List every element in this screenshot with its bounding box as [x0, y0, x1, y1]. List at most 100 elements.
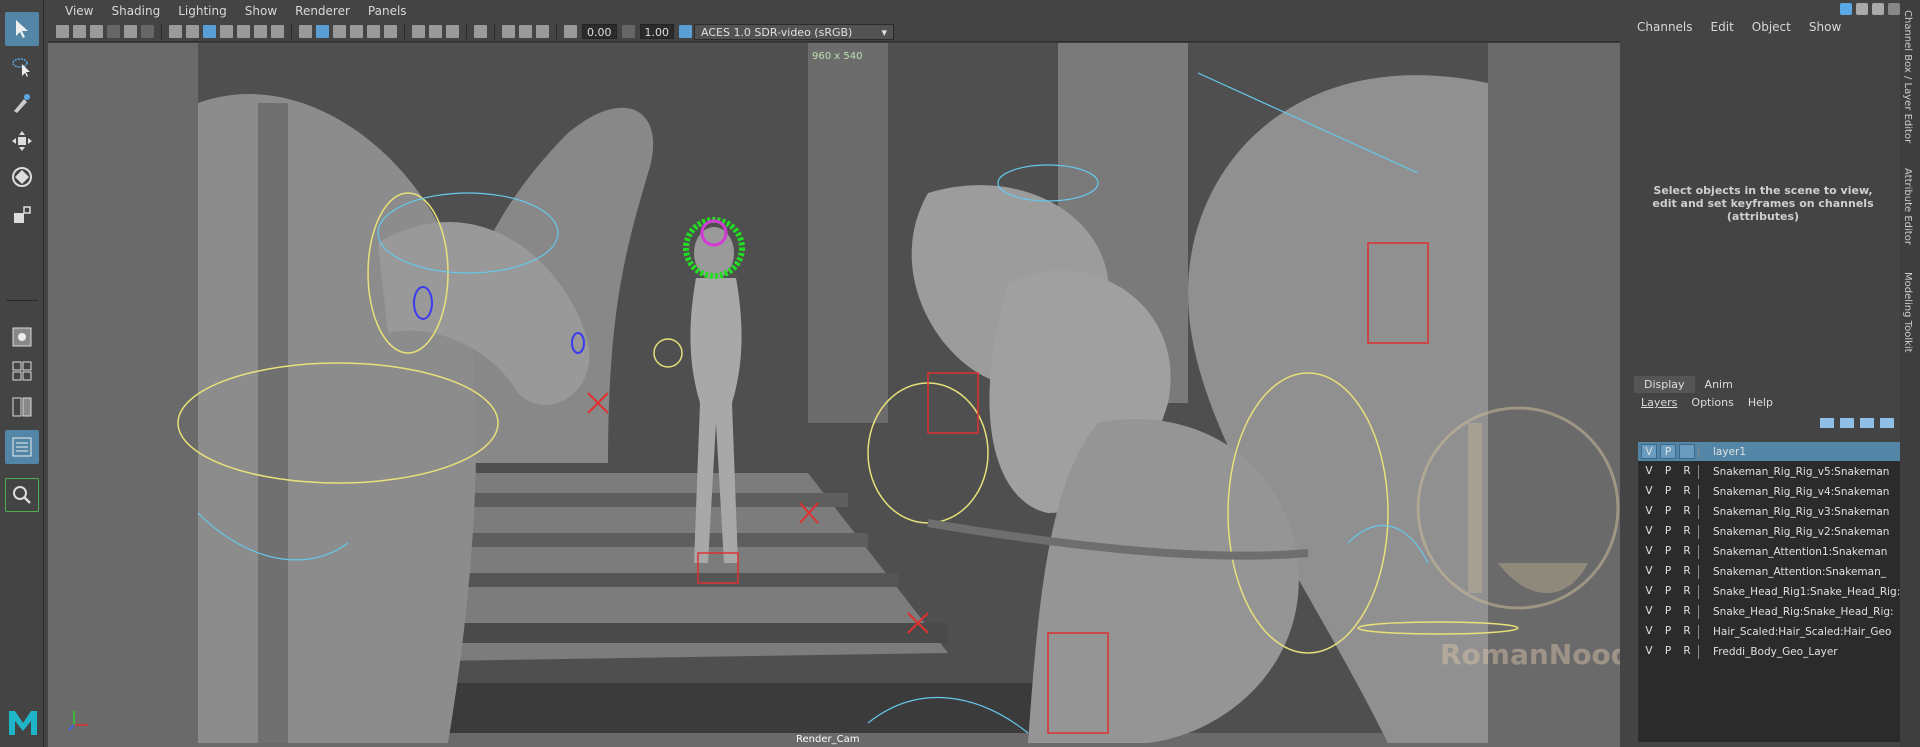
- layer-playback-toggle[interactable]: P: [1660, 564, 1676, 579]
- textured-icon[interactable]: [350, 25, 363, 38]
- safe-title-icon[interactable]: [271, 25, 284, 38]
- move-tool-icon[interactable]: [5, 124, 39, 158]
- tab-anim[interactable]: Anim: [1695, 376, 1743, 393]
- grid-icon[interactable]: [169, 25, 182, 38]
- lasso-tool-icon[interactable]: [5, 50, 39, 84]
- layer-display-type-toggle[interactable]: R: [1679, 464, 1695, 479]
- scale-tool-icon[interactable]: [5, 198, 39, 232]
- menu-options[interactable]: Options: [1684, 396, 1740, 409]
- layer-visibility-toggle[interactable]: V: [1641, 564, 1657, 579]
- layer-color-swatch[interactable]: [1698, 564, 1710, 579]
- menu-panels[interactable]: Panels: [359, 4, 416, 18]
- 3d-viewport[interactable]: 960 x 540 RomanNoodles3D Render_Cam: [48, 43, 1620, 747]
- move-layer-up-icon[interactable]: [1820, 418, 1834, 428]
- single-view-layout-icon[interactable]: [5, 320, 39, 354]
- image-plane-icon[interactable]: [107, 25, 120, 38]
- layer-color-swatch[interactable]: [1698, 624, 1710, 639]
- layer-display-type-toggle[interactable]: R: [1679, 504, 1695, 519]
- menu-lighting[interactable]: Lighting: [169, 4, 236, 18]
- resolution-gate-icon[interactable]: [203, 25, 216, 38]
- layer-visibility-toggle[interactable]: V: [1641, 644, 1657, 659]
- layer-row[interactable]: V P R Snake_Head_Rig:Snake_Head_Rig:: [1638, 602, 1900, 621]
- camera-attributes-icon[interactable]: [73, 25, 86, 38]
- layer-row[interactable]: V P layer1: [1638, 442, 1900, 461]
- anti-aliasing-icon[interactable]: [446, 25, 459, 38]
- tab-attribute-editor[interactable]: Attribute Editor: [1902, 168, 1913, 245]
- channel-box-icon[interactable]: [1840, 3, 1852, 15]
- four-view-layout-icon[interactable]: [5, 354, 39, 388]
- menu-edit[interactable]: Edit: [1702, 20, 1743, 34]
- menu-object[interactable]: Object: [1743, 20, 1800, 34]
- layer-display-type-toggle[interactable]: [1679, 444, 1695, 459]
- smooth-shade-icon[interactable]: [316, 25, 329, 38]
- layer-visibility-toggle[interactable]: V: [1641, 444, 1657, 459]
- layer-visibility-toggle[interactable]: V: [1641, 504, 1657, 519]
- new-layer-from-selection-icon[interactable]: [1880, 418, 1894, 428]
- tool-settings-icon[interactable]: [1872, 3, 1884, 15]
- menu-show-channels[interactable]: Show: [1800, 20, 1850, 34]
- new-empty-layer-icon[interactable]: [1860, 418, 1874, 428]
- layer-visibility-toggle[interactable]: V: [1641, 524, 1657, 539]
- isolate-select-icon[interactable]: [474, 25, 487, 38]
- tab-display[interactable]: Display: [1634, 376, 1695, 393]
- gamma-field[interactable]: 1.00: [639, 24, 674, 39]
- layer-visibility-toggle[interactable]: V: [1641, 604, 1657, 619]
- paint-select-tool-icon[interactable]: [5, 86, 39, 120]
- field-chart-icon[interactable]: [237, 25, 250, 38]
- layer-visibility-toggle[interactable]: V: [1641, 464, 1657, 479]
- layer-display-type-toggle[interactable]: R: [1679, 564, 1695, 579]
- layer-color-swatch[interactable]: [1698, 544, 1710, 559]
- menu-show[interactable]: Show: [236, 4, 286, 18]
- menu-help[interactable]: Help: [1741, 396, 1780, 409]
- menu-renderer[interactable]: Renderer: [286, 4, 359, 18]
- wireframe-on-shaded-icon[interactable]: [333, 25, 346, 38]
- layer-playback-toggle[interactable]: P: [1660, 484, 1676, 499]
- xray-joints-icon[interactable]: [536, 25, 549, 38]
- layer-color-swatch[interactable]: [1698, 524, 1710, 539]
- color-management-icon[interactable]: [679, 25, 692, 38]
- layer-visibility-toggle[interactable]: V: [1641, 624, 1657, 639]
- layer-display-type-toggle[interactable]: R: [1679, 524, 1695, 539]
- menu-channels[interactable]: Channels: [1628, 20, 1702, 34]
- layer-row[interactable]: V P R Snakeman_Rig_Rig_v2:Snakeman: [1638, 522, 1900, 541]
- color-space-dropdown[interactable]: ACES 1.0 SDR-video (sRGB) ▾: [694, 23, 894, 40]
- layer-color-swatch[interactable]: [1698, 444, 1710, 459]
- tab-modeling-toolkit[interactable]: Modeling Toolkit: [1902, 272, 1913, 353]
- layer-row[interactable]: V P R Hair_Scaled:Hair_Scaled:Hair_Geo: [1638, 622, 1900, 641]
- tab-channel-box-layer-editor[interactable]: Channel Box / Layer Editor: [1902, 10, 1913, 143]
- layer-playback-toggle[interactable]: P: [1660, 444, 1676, 459]
- xray-icon[interactable]: [502, 25, 515, 38]
- layer-row[interactable]: V P R Snakeman_Rig_Rig_v3:Snakeman: [1638, 502, 1900, 521]
- layer-row[interactable]: V P R Snakeman_Attention:Snakeman_: [1638, 562, 1900, 581]
- layer-color-swatch[interactable]: [1698, 464, 1710, 479]
- layer-color-swatch[interactable]: [1698, 584, 1710, 599]
- menu-shading[interactable]: Shading: [102, 4, 169, 18]
- layer-playback-toggle[interactable]: P: [1660, 544, 1676, 559]
- layer-visibility-toggle[interactable]: V: [1641, 484, 1657, 499]
- search-icon[interactable]: [5, 478, 39, 512]
- menu-layers[interactable]: Layers: [1634, 396, 1684, 409]
- layer-row[interactable]: V P R Snake_Head_Rig1:Snake_Head_Rig:: [1638, 582, 1900, 601]
- rotate-tool-icon[interactable]: [5, 160, 39, 194]
- layer-row[interactable]: V P R Snakeman_Attention1:Snakeman: [1638, 542, 1900, 561]
- two-d-pan-icon[interactable]: [124, 25, 137, 38]
- layer-playback-toggle[interactable]: P: [1660, 584, 1676, 599]
- layer-visibility-toggle[interactable]: V: [1641, 544, 1657, 559]
- motion-blur-icon[interactable]: [429, 25, 442, 38]
- layer-display-type-toggle[interactable]: R: [1679, 484, 1695, 499]
- layer-playback-toggle[interactable]: P: [1660, 524, 1676, 539]
- select-camera-icon[interactable]: [56, 25, 69, 38]
- modeling-toolkit-icon[interactable]: [1888, 3, 1900, 15]
- layer-playback-toggle[interactable]: P: [1660, 644, 1676, 659]
- film-gate-icon[interactable]: [186, 25, 199, 38]
- layer-color-swatch[interactable]: [1698, 484, 1710, 499]
- lights-icon[interactable]: [367, 25, 380, 38]
- select-tool-icon[interactable]: [5, 12, 39, 46]
- bookmarks-icon[interactable]: [90, 25, 103, 38]
- layer-playback-toggle[interactable]: P: [1660, 604, 1676, 619]
- gate-mask-icon[interactable]: [220, 25, 233, 38]
- grease-pencil-icon[interactable]: [141, 25, 154, 38]
- screen-space-ao-icon[interactable]: [412, 25, 425, 38]
- layer-row[interactable]: V P R Freddi_Body_Geo_Layer: [1638, 642, 1900, 661]
- layer-color-swatch[interactable]: [1698, 644, 1710, 659]
